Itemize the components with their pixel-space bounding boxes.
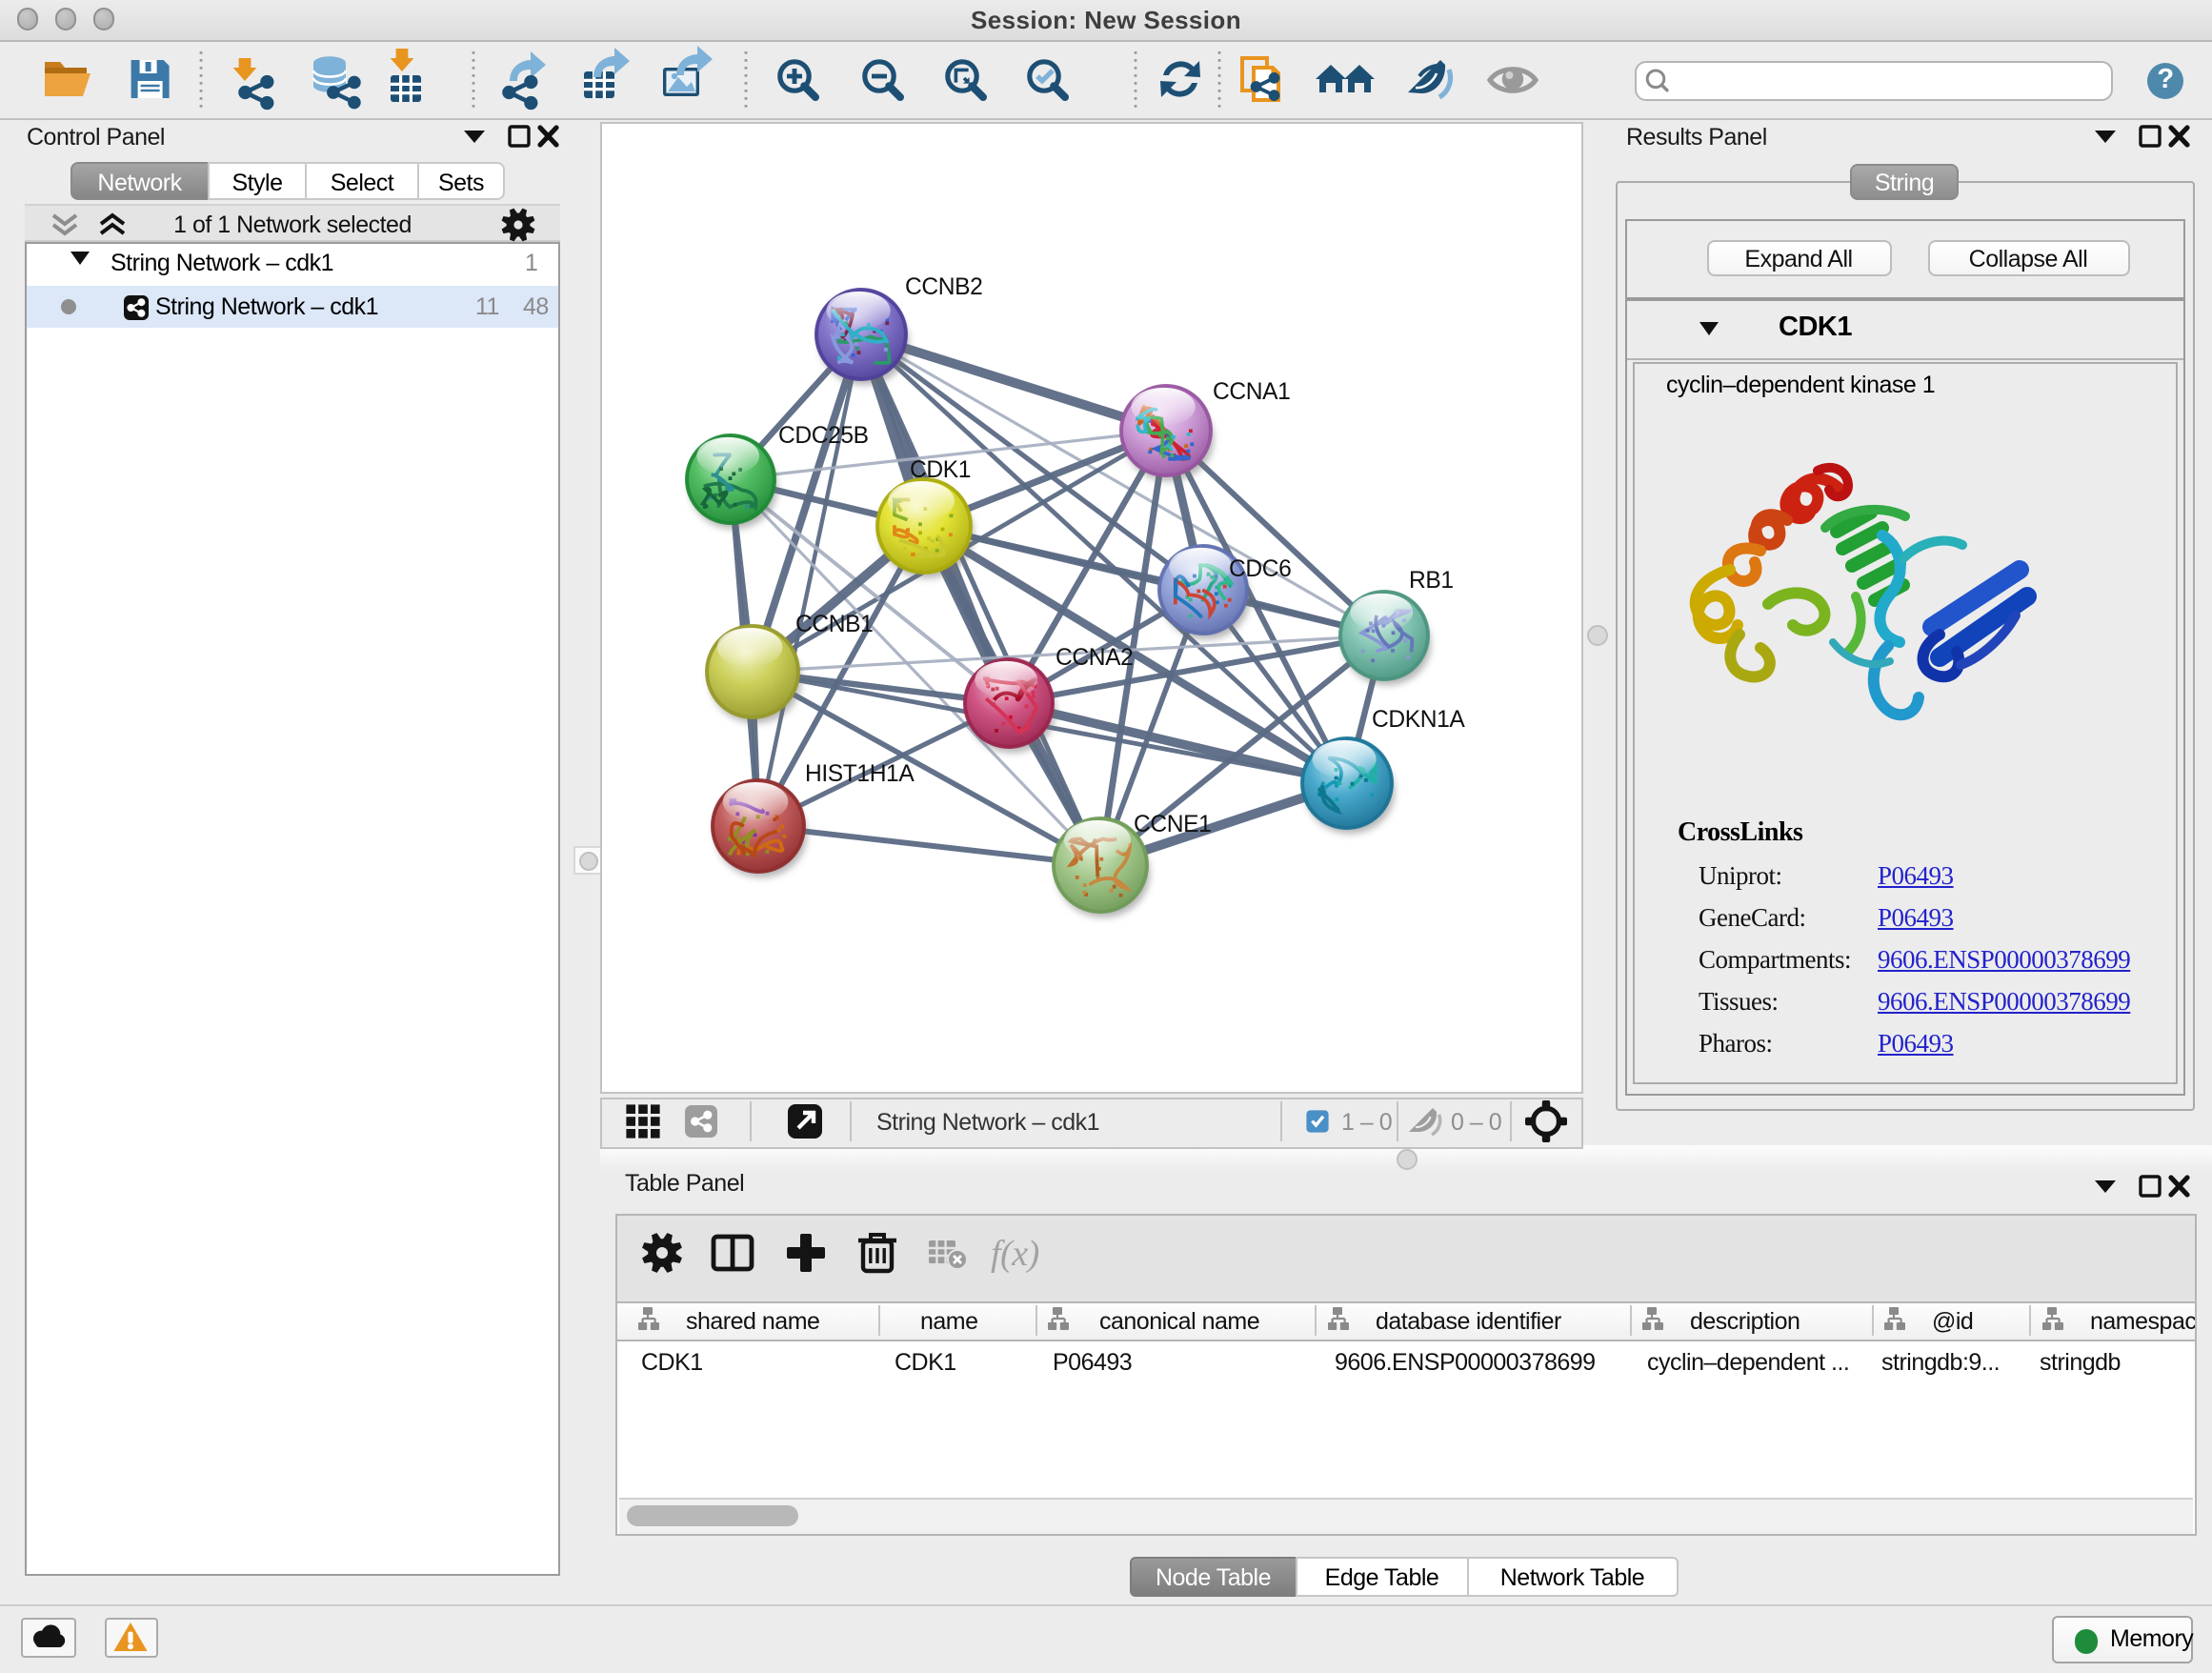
svg-text:RB1: RB1: [1409, 567, 1454, 593]
svg-text:shared name: shared name: [685, 1308, 818, 1335]
svg-text:CDKN1A: CDKN1A: [1372, 706, 1465, 732]
svg-text:CDC6: CDC6: [1229, 555, 1291, 581]
svg-text:namespac: namespac: [2089, 1308, 2194, 1335]
svg-text:CDC25B: CDC25B: [778, 422, 869, 448]
svg-text:CDK1: CDK1: [910, 456, 971, 482]
svg-text:CCNB2: CCNB2: [905, 273, 982, 299]
svg-text:description: description: [1689, 1308, 1799, 1335]
svg-text:1 – 0: 1 – 0: [1341, 1108, 1392, 1135]
svg-text:CCNA2: CCNA2: [1056, 644, 1133, 670]
svg-text:CCNE1: CCNE1: [1134, 811, 1211, 836]
svg-text:CCNB1: CCNB1: [795, 611, 873, 636]
svg-text:f(x): f(x): [990, 1234, 1038, 1274]
svg-text:name: name: [919, 1308, 977, 1335]
svg-text:@id: @id: [1931, 1308, 1972, 1335]
svg-text:CCNA1: CCNA1: [1213, 378, 1290, 404]
svg-text:canonical name: canonical name: [1098, 1308, 1258, 1335]
svg-text:database identifier: database identifier: [1375, 1308, 1560, 1335]
svg-text:HIST1H1A: HIST1H1A: [805, 760, 915, 786]
svg-text:0 – 0: 0 – 0: [1451, 1108, 1501, 1135]
svg-text:String Network – cdk1: String Network – cdk1: [876, 1108, 1099, 1135]
